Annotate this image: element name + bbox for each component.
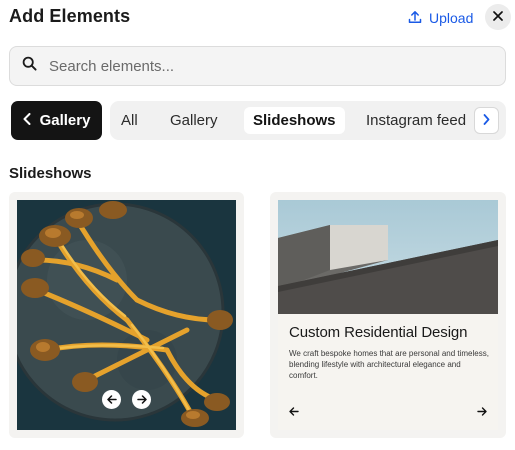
section-title: Slideshows bbox=[9, 165, 92, 182]
tab-all[interactable]: All bbox=[112, 107, 147, 134]
slide-prev-arrow[interactable] bbox=[287, 405, 301, 419]
slideshow-image-mushrooms bbox=[17, 200, 236, 430]
slideshow-next-button[interactable] bbox=[132, 390, 151, 409]
category-tabs: All Gallery Slideshows Instagram feed bbox=[110, 101, 506, 140]
arrow-right-icon bbox=[477, 403, 487, 421]
upload-button[interactable]: Upload bbox=[408, 8, 473, 28]
chevron-right-icon bbox=[483, 112, 490, 130]
search-icon bbox=[22, 56, 37, 76]
upload-label: Upload bbox=[429, 10, 474, 26]
slideshow-image-architecture bbox=[278, 200, 498, 314]
close-icon bbox=[493, 8, 503, 26]
tab-slideshows[interactable]: Slideshows bbox=[244, 107, 345, 134]
slideshow-prev-button[interactable] bbox=[102, 390, 121, 409]
arrow-left-icon bbox=[106, 391, 117, 409]
close-button[interactable] bbox=[485, 4, 511, 30]
search-input[interactable] bbox=[47, 56, 481, 76]
arrow-right-icon bbox=[136, 391, 147, 409]
search-bar bbox=[9, 46, 506, 86]
slide-next-arrow[interactable] bbox=[475, 405, 489, 419]
slide-body-text: We craft bespoke homes that are personal… bbox=[289, 349, 489, 380]
panel-title: Add Elements bbox=[9, 6, 131, 26]
arrow-left-icon bbox=[289, 403, 299, 421]
tab-gallery[interactable]: Gallery bbox=[161, 107, 227, 134]
chevron-left-icon bbox=[23, 112, 40, 129]
slide-heading: Custom Residential Design bbox=[289, 324, 468, 341]
tab-instagram-feed[interactable]: Instagram feed bbox=[357, 107, 475, 134]
back-to-gallery-button[interactable]: Gallery bbox=[11, 101, 102, 140]
back-label: Gallery bbox=[39, 112, 91, 129]
tabs-scroll-right-button[interactable] bbox=[474, 107, 499, 134]
upload-icon bbox=[408, 10, 429, 27]
